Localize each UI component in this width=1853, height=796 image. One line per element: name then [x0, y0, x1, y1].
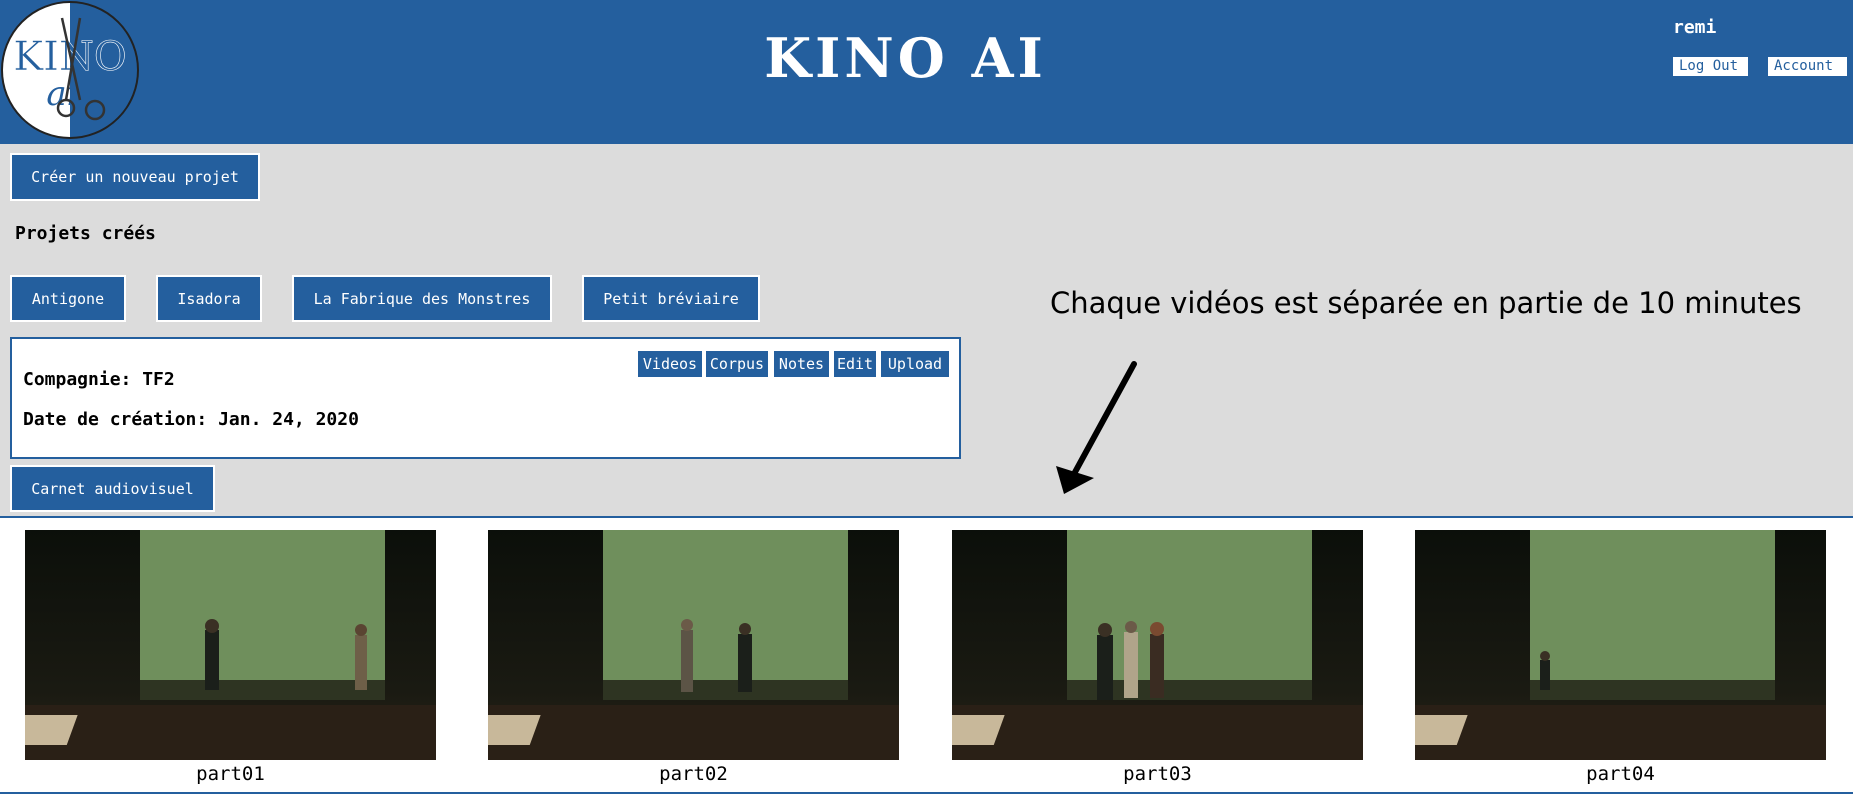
upload-button[interactable]: Upload — [881, 351, 949, 377]
corpus-button[interactable]: Corpus — [706, 351, 768, 377]
video-item: part04 — [1415, 530, 1826, 785]
projects-title: Projets créés — [15, 223, 156, 244]
project-button-isadora[interactable]: Isadora — [156, 275, 262, 322]
divider — [0, 792, 1853, 794]
video-thumbnail-part03[interactable] — [952, 530, 1363, 760]
video-label-part03: part03 — [1123, 763, 1192, 785]
account-button[interactable]: Account — [1768, 57, 1847, 76]
video-label-part02: part02 — [659, 763, 728, 785]
creation-date-text: Date de création: Jan. 24, 2020 — [23, 409, 359, 430]
video-item: part01 — [25, 530, 436, 785]
arrow-down-left-icon — [1056, 361, 1137, 494]
username: remi — [1673, 17, 1717, 38]
logout-button[interactable]: Log Out — [1673, 57, 1748, 76]
project-button-antigone[interactable]: Antigone — [10, 275, 126, 322]
company-text: Compagnie: TF2 — [23, 369, 175, 390]
video-item: part02 — [488, 530, 899, 785]
annotation-text: Chaque vidéos est séparée en partie de 1… — [1050, 286, 1802, 320]
videos-button[interactable]: Videos — [638, 351, 702, 377]
video-item: part03 — [952, 530, 1363, 785]
video-label-part01: part01 — [196, 763, 265, 785]
video-thumbnail-part04[interactable] — [1415, 530, 1826, 760]
video-label-part04: part04 — [1586, 763, 1655, 785]
video-thumbnail-part02[interactable] — [488, 530, 899, 760]
video-strip: part01 part02 part03 part04 — [0, 516, 1853, 796]
new-project-button[interactable]: Créer un nouveau projet — [10, 153, 260, 201]
project-button-la-fabrique-des-monstres[interactable]: La Fabrique des Monstres — [292, 275, 552, 322]
site-title: KINO AI — [764, 26, 1047, 90]
edit-button[interactable]: Edit — [834, 351, 876, 377]
carnet-audiovisuel-button[interactable]: Carnet audiovisuel — [10, 465, 215, 512]
notes-button[interactable]: Notes — [774, 351, 829, 377]
page: KINO ai KINO AI remi Log Out Account Cré… — [0, 0, 1853, 796]
project-info-panel: Compagnie: TF2 Date de création: Jan. 24… — [10, 337, 961, 459]
project-button-petit-breviaire[interactable]: Petit bréviaire — [582, 275, 760, 322]
header-bar: KINO ai KINO AI remi Log Out Account — [0, 0, 1853, 144]
video-thumbnail-part01[interactable] — [25, 530, 436, 760]
